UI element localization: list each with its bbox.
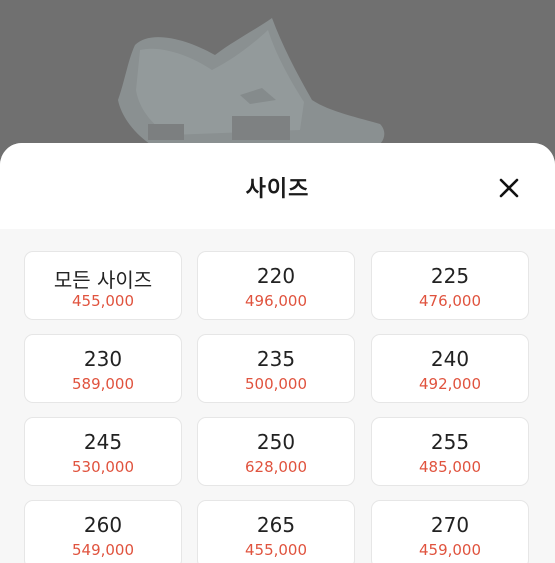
product-image bbox=[118, 18, 385, 150]
sheet-title: 사이즈 bbox=[245, 177, 310, 202]
close-icon bbox=[499, 178, 519, 198]
size-price: 492,000 bbox=[418, 375, 482, 393]
size-label: 270 bbox=[430, 513, 470, 537]
size-price: 549,000 bbox=[71, 541, 135, 559]
size-option-270[interactable]: 270 459,000 bbox=[371, 500, 529, 563]
size-label: 245 bbox=[83, 430, 123, 454]
size-label: 235 bbox=[256, 347, 296, 371]
size-price: 500,000 bbox=[244, 375, 308, 393]
size-label: 240 bbox=[430, 347, 470, 371]
size-option-230[interactable]: 230 589,000 bbox=[24, 334, 182, 403]
size-option-265[interactable]: 265 455,000 bbox=[197, 500, 355, 563]
size-label: 265 bbox=[256, 513, 296, 537]
size-label: 225 bbox=[430, 264, 470, 288]
size-option-260[interactable]: 260 549,000 bbox=[24, 500, 182, 563]
size-option-220[interactable]: 220 496,000 bbox=[197, 251, 355, 320]
size-price: 455,000 bbox=[244, 541, 308, 559]
size-option-225[interactable]: 225 476,000 bbox=[371, 251, 529, 320]
size-price: 628,000 bbox=[244, 458, 308, 476]
size-price: 455,000 bbox=[71, 292, 135, 310]
size-price: 530,000 bbox=[71, 458, 135, 476]
size-label: 260 bbox=[83, 513, 123, 537]
size-label: 230 bbox=[83, 347, 123, 371]
size-option-235[interactable]: 235 500,000 bbox=[197, 334, 355, 403]
size-option-255[interactable]: 255 485,000 bbox=[371, 417, 529, 486]
size-option-250[interactable]: 250 628,000 bbox=[197, 417, 355, 486]
size-price: 496,000 bbox=[244, 292, 308, 310]
sheet-header: 사이즈 bbox=[0, 143, 555, 229]
size-label: 220 bbox=[256, 264, 296, 288]
close-button[interactable] bbox=[492, 171, 526, 205]
size-price: 589,000 bbox=[71, 375, 135, 393]
size-option-245[interactable]: 245 530,000 bbox=[24, 417, 182, 486]
size-option-240[interactable]: 240 492,000 bbox=[371, 334, 529, 403]
size-option-all[interactable]: 모든 사이즈 455,000 bbox=[24, 251, 182, 320]
size-price: 485,000 bbox=[418, 458, 482, 476]
size-label: 모든 사이즈 bbox=[53, 268, 153, 292]
size-bottom-sheet: 사이즈 모든 사이즈 455,000 220 496,000 225 476,0… bbox=[0, 143, 555, 563]
size-label: 250 bbox=[256, 430, 296, 454]
size-price: 459,000 bbox=[418, 541, 482, 559]
size-price: 476,000 bbox=[418, 292, 482, 310]
size-label: 255 bbox=[430, 430, 470, 454]
